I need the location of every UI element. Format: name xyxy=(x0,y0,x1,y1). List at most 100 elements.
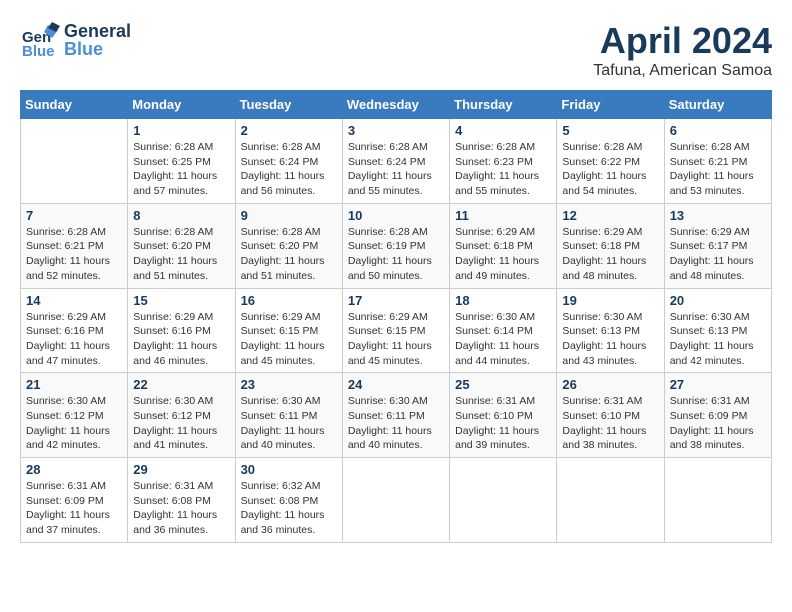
logo-blue-text: Blue xyxy=(64,40,131,58)
day-number: 11 xyxy=(455,208,551,223)
day-info: Sunrise: 6:30 AM Sunset: 6:11 PM Dayligh… xyxy=(241,394,337,453)
day-info: Sunrise: 6:30 AM Sunset: 6:13 PM Dayligh… xyxy=(562,310,658,369)
day-number: 12 xyxy=(562,208,658,223)
calendar-cell xyxy=(342,458,449,543)
day-info: Sunrise: 6:31 AM Sunset: 6:10 PM Dayligh… xyxy=(455,394,551,453)
calendar-cell: 24 Sunrise: 6:30 AM Sunset: 6:11 PM Dayli… xyxy=(342,373,449,458)
svg-text:Blue: Blue xyxy=(22,43,55,60)
day-number: 16 xyxy=(241,293,337,308)
day-number: 5 xyxy=(562,123,658,138)
day-number: 20 xyxy=(670,293,766,308)
day-number: 15 xyxy=(133,293,229,308)
day-info: Sunrise: 6:31 AM Sunset: 6:09 PM Dayligh… xyxy=(670,394,766,453)
day-info: Sunrise: 6:28 AM Sunset: 6:21 PM Dayligh… xyxy=(670,140,766,199)
day-number: 14 xyxy=(26,293,122,308)
calendar-cell: 5Sunrise: 6:28 AM Sunset: 6:22 PM Daylig… xyxy=(557,119,664,204)
day-info: Sunrise: 6:31 AM Sunset: 6:08 PM Dayligh… xyxy=(133,479,229,538)
calendar-cell xyxy=(664,458,771,543)
day-number: 26 xyxy=(562,377,658,392)
calendar-cell xyxy=(450,458,557,543)
calendar-cell: 16 Sunrise: 6:29 AM Sunset: 6:15 PM Dayli… xyxy=(235,288,342,373)
day-number: 28 xyxy=(26,462,122,477)
calendar-cell: 22Sunrise: 6:30 AM Sunset: 6:12 PM Dayli… xyxy=(128,373,235,458)
day-number: 27 xyxy=(670,377,766,392)
logo-text: General Blue xyxy=(64,22,131,58)
day-number: 2 xyxy=(241,123,337,138)
calendar-cell: 2 Sunrise: 6:28 AM Sunset: 6:24 PM Daylig… xyxy=(235,119,342,204)
calendar-cell: 21 Sunrise: 6:30 AM Sunset: 6:12 PM Dayli… xyxy=(21,373,128,458)
day-number: 4 xyxy=(455,123,551,138)
calendar-cell: 19Sunrise: 6:30 AM Sunset: 6:13 PM Dayli… xyxy=(557,288,664,373)
calendar-cell: 25 Sunrise: 6:31 AM Sunset: 6:10 PM Dayli… xyxy=(450,373,557,458)
day-info: Sunrise: 6:28 AM Sunset: 6:19 PM Dayligh… xyxy=(348,225,444,284)
month-title: April 2024 xyxy=(593,20,772,62)
day-info: Sunrise: 6:29 AM Sunset: 6:17 PM Dayligh… xyxy=(670,225,766,284)
calendar-table: SundayMondayTuesdayWednesdayThursdayFrid… xyxy=(20,90,772,543)
day-number: 18 xyxy=(455,293,551,308)
day-number: 3 xyxy=(348,123,444,138)
day-number: 6 xyxy=(670,123,766,138)
day-number: 30 xyxy=(241,462,337,477)
calendar-cell: 15Sunrise: 6:29 AM Sunset: 6:16 PM Dayli… xyxy=(128,288,235,373)
calendar-cell: 6 Sunrise: 6:28 AM Sunset: 6:21 PM Daylig… xyxy=(664,119,771,204)
day-number: 7 xyxy=(26,208,122,223)
day-info: Sunrise: 6:28 AM Sunset: 6:24 PM Dayligh… xyxy=(348,140,444,199)
calendar-cell: 17 Sunrise: 6:29 AM Sunset: 6:15 PM Dayli… xyxy=(342,288,449,373)
day-number: 13 xyxy=(670,208,766,223)
calendar-cell xyxy=(557,458,664,543)
calendar-cell: 26 Sunrise: 6:31 AM Sunset: 6:10 PM Dayli… xyxy=(557,373,664,458)
calendar-cell: 3 Sunrise: 6:28 AM Sunset: 6:24 PM Daylig… xyxy=(342,119,449,204)
calendar-cell: 20Sunrise: 6:30 AM Sunset: 6:13 PM Dayli… xyxy=(664,288,771,373)
logo: Gen Blue General Blue xyxy=(20,20,131,60)
day-info: Sunrise: 6:30 AM Sunset: 6:14 PM Dayligh… xyxy=(455,310,551,369)
day-info: Sunrise: 6:32 AM Sunset: 6:08 PM Dayligh… xyxy=(241,479,337,538)
calendar-cell: 27 Sunrise: 6:31 AM Sunset: 6:09 PM Dayli… xyxy=(664,373,771,458)
day-number: 23 xyxy=(241,377,337,392)
weekday-header-row: SundayMondayTuesdayWednesdayThursdayFrid… xyxy=(21,91,772,119)
day-info: Sunrise: 6:28 AM Sunset: 6:24 PM Dayligh… xyxy=(241,140,337,199)
calendar-cell: 10 Sunrise: 6:28 AM Sunset: 6:19 PM Dayli… xyxy=(342,203,449,288)
day-number: 10 xyxy=(348,208,444,223)
calendar-cell: 13 Sunrise: 6:29 AM Sunset: 6:17 PM Dayli… xyxy=(664,203,771,288)
day-number: 9 xyxy=(241,208,337,223)
calendar-cell: 7 Sunrise: 6:28 AM Sunset: 6:21 PM Daylig… xyxy=(21,203,128,288)
day-number: 25 xyxy=(455,377,551,392)
calendar-cell: 29Sunrise: 6:31 AM Sunset: 6:08 PM Dayli… xyxy=(128,458,235,543)
logo-general-text: General xyxy=(64,22,131,40)
day-info: Sunrise: 6:28 AM Sunset: 6:21 PM Dayligh… xyxy=(26,225,122,284)
calendar-cell xyxy=(21,119,128,204)
calendar-cell: 28 Sunrise: 6:31 AM Sunset: 6:09 PM Dayli… xyxy=(21,458,128,543)
day-info: Sunrise: 6:28 AM Sunset: 6:23 PM Dayligh… xyxy=(455,140,551,199)
day-number: 1 xyxy=(133,123,229,138)
weekday-header-thursday: Thursday xyxy=(450,91,557,119)
calendar-week-row: 28 Sunrise: 6:31 AM Sunset: 6:09 PM Dayli… xyxy=(21,458,772,543)
day-info: Sunrise: 6:30 AM Sunset: 6:12 PM Dayligh… xyxy=(26,394,122,453)
day-info: Sunrise: 6:30 AM Sunset: 6:12 PM Dayligh… xyxy=(133,394,229,453)
day-number: 8 xyxy=(133,208,229,223)
day-number: 17 xyxy=(348,293,444,308)
day-info: Sunrise: 6:29 AM Sunset: 6:18 PM Dayligh… xyxy=(562,225,658,284)
weekday-header-friday: Friday xyxy=(557,91,664,119)
calendar-cell: 8Sunrise: 6:28 AM Sunset: 6:20 PM Daylig… xyxy=(128,203,235,288)
title-block: April 2024 Tafuna, American Samoa xyxy=(593,20,772,80)
calendar-week-row: 1Sunrise: 6:28 AM Sunset: 6:25 PM Daylig… xyxy=(21,119,772,204)
calendar-cell: 11 Sunrise: 6:29 AM Sunset: 6:18 PM Dayli… xyxy=(450,203,557,288)
day-info: Sunrise: 6:31 AM Sunset: 6:09 PM Dayligh… xyxy=(26,479,122,538)
calendar-cell: 9Sunrise: 6:28 AM Sunset: 6:20 PM Daylig… xyxy=(235,203,342,288)
calendar-week-row: 7 Sunrise: 6:28 AM Sunset: 6:21 PM Daylig… xyxy=(21,203,772,288)
calendar-cell: 1Sunrise: 6:28 AM Sunset: 6:25 PM Daylig… xyxy=(128,119,235,204)
day-info: Sunrise: 6:29 AM Sunset: 6:15 PM Dayligh… xyxy=(241,310,337,369)
page-header: Gen Blue General Blue April 2024 Tafuna,… xyxy=(20,20,772,80)
calendar-cell: 23 Sunrise: 6:30 AM Sunset: 6:11 PM Dayli… xyxy=(235,373,342,458)
day-number: 21 xyxy=(26,377,122,392)
day-info: Sunrise: 6:30 AM Sunset: 6:11 PM Dayligh… xyxy=(348,394,444,453)
logo-icon: Gen Blue xyxy=(20,20,60,60)
day-number: 24 xyxy=(348,377,444,392)
day-info: Sunrise: 6:29 AM Sunset: 6:18 PM Dayligh… xyxy=(455,225,551,284)
day-info: Sunrise: 6:31 AM Sunset: 6:10 PM Dayligh… xyxy=(562,394,658,453)
calendar-week-row: 21 Sunrise: 6:30 AM Sunset: 6:12 PM Dayli… xyxy=(21,373,772,458)
day-info: Sunrise: 6:29 AM Sunset: 6:15 PM Dayligh… xyxy=(348,310,444,369)
calendar-cell: 30 Sunrise: 6:32 AM Sunset: 6:08 PM Dayli… xyxy=(235,458,342,543)
weekday-header-wednesday: Wednesday xyxy=(342,91,449,119)
calendar-cell: 4 Sunrise: 6:28 AM Sunset: 6:23 PM Daylig… xyxy=(450,119,557,204)
